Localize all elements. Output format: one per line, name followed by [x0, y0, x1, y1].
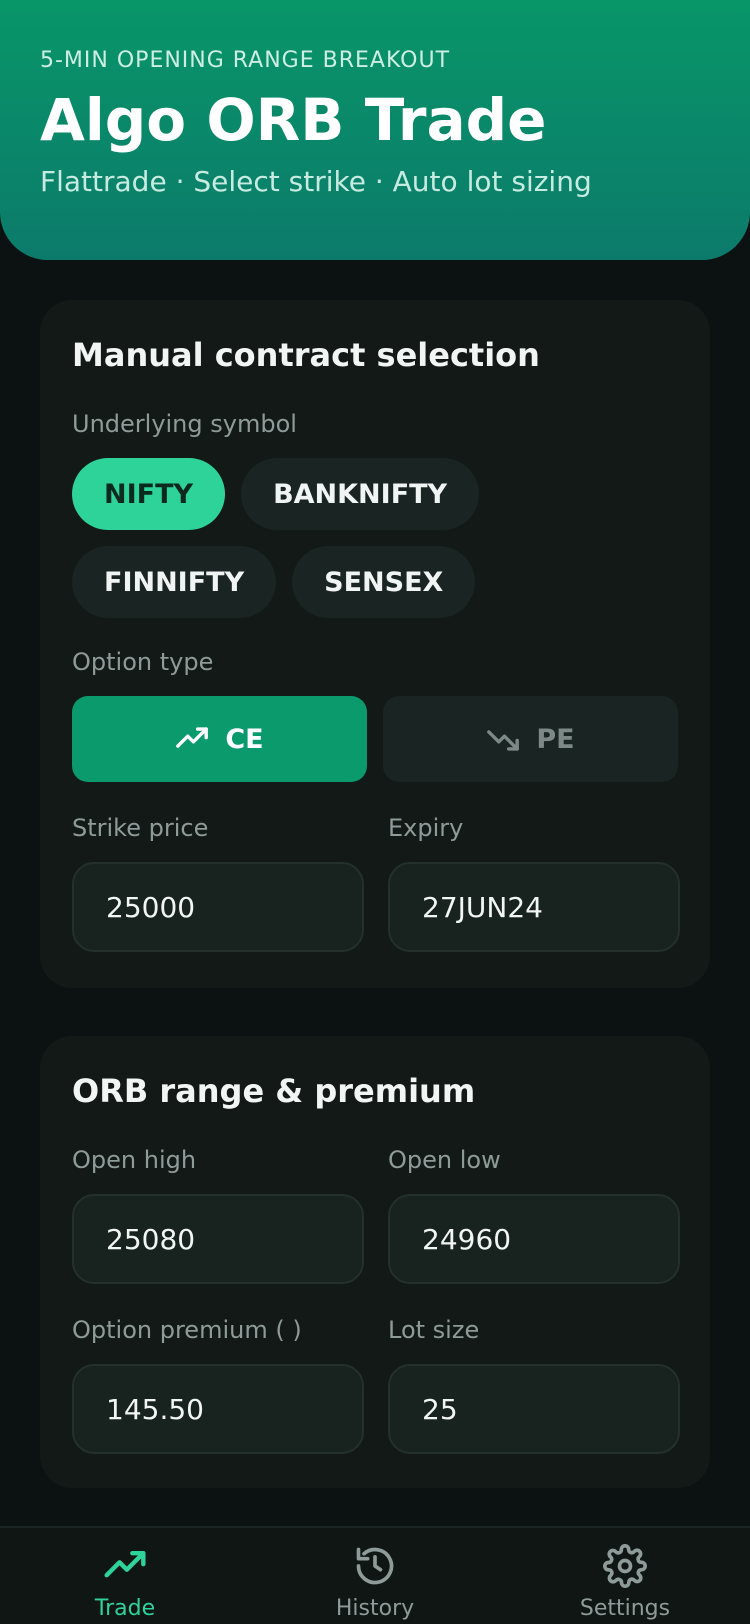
symbol-chip-finnifty[interactable]: FINNIFTY	[72, 546, 277, 618]
option-type-label: Option type	[72, 648, 214, 676]
trending-down-icon	[487, 730, 520, 751]
trending-up-icon	[176, 727, 209, 748]
tab-history-label: History	[335, 1596, 415, 1621]
option-type-toggle: CE PE	[72, 696, 678, 782]
tab-trade[interactable]: Trade	[0, 1528, 250, 1624]
pe-label: PE	[536, 723, 575, 755]
tab-settings-label: Settings	[579, 1596, 671, 1621]
tab-history[interactable]: History	[250, 1528, 500, 1624]
symbol-chip-group: NIFTY BANKNIFTY FINNIFTY SENSEX	[72, 458, 692, 618]
symbol-chip-banknifty[interactable]: BANKNIFTY	[241, 458, 480, 530]
tab-trade-label: Trade	[94, 1596, 156, 1621]
premium-label: Option premium ( )	[72, 1316, 302, 1344]
strike-label: Strike price	[72, 814, 209, 842]
lot-size-label: Lot size	[388, 1316, 480, 1344]
page-title: Algo ORB Trade	[40, 86, 547, 154]
open-low-input[interactable]: 24960	[388, 1194, 680, 1284]
symbol-chip-nifty[interactable]: NIFTY	[72, 458, 226, 530]
history-icon	[356, 1547, 394, 1585]
open-low-label: Open low	[388, 1146, 501, 1174]
lot-size-input[interactable]: 25	[388, 1364, 680, 1454]
orb-card-title: ORB range & premium	[72, 1072, 476, 1110]
trending-up-icon	[104, 1550, 146, 1578]
ce-button[interactable]: CE	[72, 696, 367, 782]
open-high-label: Open high	[72, 1146, 197, 1174]
premium-input[interactable]: 145.50	[72, 1364, 364, 1454]
contract-card-title: Manual contract selection	[72, 336, 540, 374]
open-high-input[interactable]: 25080	[72, 1194, 364, 1284]
expiry-label: Expiry	[388, 814, 464, 842]
ce-label: CE	[225, 723, 264, 755]
orb-range-card: ORB range & premium Open high 25080 Open…	[40, 1036, 710, 1488]
expiry-input[interactable]: 27JUN24	[388, 862, 680, 952]
strike-price-input[interactable]: 25000	[72, 862, 364, 952]
gear-icon	[603, 1544, 647, 1588]
bottom-tab-bar: Trade History Settings	[0, 1526, 750, 1624]
symbol-chip-sensex[interactable]: SENSEX	[292, 546, 476, 618]
symbol-label: Underlying symbol	[72, 410, 297, 438]
tab-settings[interactable]: Settings	[500, 1528, 750, 1624]
header-eyebrow: 5-MIN OPENING RANGE BREAKOUT	[40, 48, 451, 73]
header-subtitle: Flattrade · Select strike · Auto lot siz…	[40, 164, 592, 198]
pe-button[interactable]: PE	[383, 696, 678, 782]
contract-selection-card: Manual contract selection Underlying sym…	[40, 300, 710, 988]
app-header: 5-MIN OPENING RANGE BREAKOUT Algo ORB Tr…	[0, 0, 750, 260]
